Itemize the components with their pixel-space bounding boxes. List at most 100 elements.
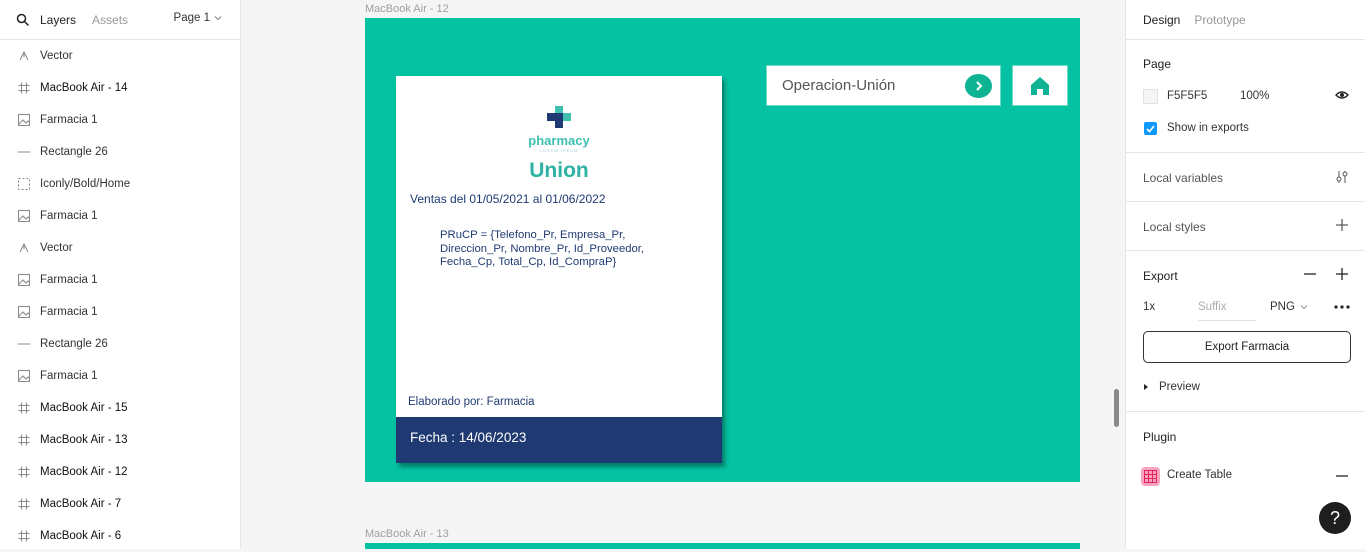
arrow-right-icon[interactable] [965, 74, 992, 98]
export-scale[interactable]: 1x [1143, 301, 1155, 313]
logo-tagline: LOREM IPSUM [539, 148, 579, 153]
line-icon [18, 338, 30, 350]
page-opacity-value[interactable]: 100% [1240, 90, 1269, 102]
caret-right-icon[interactable] [1143, 383, 1149, 391]
chevron-down-icon [214, 16, 222, 21]
cross-icon [547, 106, 571, 128]
layer-item[interactable]: Iconly/Bold/Home [0, 168, 240, 200]
local-variables-label: Local variables [1143, 171, 1224, 185]
layer-item[interactable]: MacBook Air - 6 [0, 520, 240, 552]
plugin-section: Plugin Create Table ? [1126, 412, 1365, 549]
doc-title: Union [529, 159, 589, 182]
doc-footer: Fecha : 14/06/2023 [396, 417, 722, 463]
layer-label: MacBook Air - 15 [40, 402, 128, 414]
help-button[interactable]: ? [1319, 502, 1351, 534]
layer-label: Farmacia 1 [40, 114, 98, 126]
export-suffix-input[interactable]: Suffix [1198, 301, 1256, 321]
layer-item[interactable]: Farmacia 1 [0, 360, 240, 392]
layer-item[interactable]: Vector [0, 232, 240, 264]
frame-icon [18, 402, 30, 414]
layer-item[interactable]: Rectangle 26 [0, 328, 240, 360]
plus-icon[interactable] [1336, 268, 1348, 280]
operation-box[interactable]: Operacion-Unión [766, 65, 1001, 106]
more-icon[interactable] [1334, 305, 1350, 309]
layer-item[interactable]: MacBook Air - 12 [0, 456, 240, 488]
page-section: Page F5F5F5 100% Show in exports [1126, 40, 1365, 153]
line-icon [18, 146, 30, 158]
home-button[interactable] [1012, 65, 1068, 106]
page-color-value[interactable]: F5F5F5 [1167, 90, 1207, 102]
check-icon [1146, 124, 1155, 133]
canvas-scrollbar[interactable] [1114, 389, 1119, 427]
doc-elaborado: Elaborado por: Farmacia [408, 396, 535, 408]
table-icon [1141, 467, 1160, 486]
plugin-create-table[interactable]: Create Table [1167, 469, 1232, 481]
preview-toggle[interactable]: Preview [1159, 381, 1200, 393]
sliders-icon[interactable] [1336, 170, 1348, 184]
vector-icon [18, 50, 30, 62]
tab-layers[interactable]: Layers [40, 13, 76, 27]
properties-header: Design Prototype [1126, 0, 1365, 40]
layer-label: Farmacia 1 [40, 210, 98, 222]
vector-icon [18, 242, 30, 254]
layer-label: MacBook Air - 7 [40, 498, 122, 510]
layer-label: Rectangle 26 [40, 146, 108, 158]
report-document[interactable]: pharmacy LOREM IPSUM Union Ventas del 01… [396, 76, 722, 463]
frame-label[interactable]: MacBook Air - 12 [365, 3, 449, 15]
layer-label: MacBook Air - 12 [40, 466, 128, 478]
doc-formula: PRuCP = {Telefono_Pr, Empresa_Pr, Direcc… [440, 229, 645, 268]
layer-label: Farmacia 1 [40, 274, 98, 286]
properties-panel: Design Prototype Page F5F5F5 100% Show i… [1125, 0, 1365, 549]
export-section-title: Export [1143, 269, 1178, 283]
frame-macbook-air-12[interactable]: pharmacy LOREM IPSUM Union Ventas del 01… [365, 18, 1080, 482]
layer-label: Farmacia 1 [40, 370, 98, 382]
local-styles-label: Local styles [1143, 220, 1206, 234]
eye-icon[interactable] [1335, 90, 1349, 100]
layer-item[interactable]: MacBook Air - 14 [0, 72, 240, 104]
image-icon [18, 306, 30, 318]
show-in-exports-checkbox[interactable] [1144, 122, 1157, 135]
export-button[interactable]: Export Farmacia [1143, 331, 1351, 363]
export-format-select[interactable]: PNG [1270, 301, 1308, 313]
frame-macbook-air-13[interactable] [365, 543, 1080, 549]
canvas[interactable]: MacBook Air - 12 pharmacy LOREM IPSUM Un… [241, 0, 1125, 549]
frame-icon [18, 530, 30, 542]
plugin-section-title: Plugin [1143, 430, 1177, 444]
component-icon [18, 178, 30, 190]
layer-label: MacBook Air - 13 [40, 434, 128, 446]
layer-item[interactable]: Rectangle 26 [0, 136, 240, 168]
show-in-exports-label: Show in exports [1167, 122, 1249, 134]
page-selector[interactable]: Page 1 [174, 12, 222, 24]
layer-label: Farmacia 1 [40, 306, 98, 318]
pharmacy-logo: pharmacy LOREM IPSUM [524, 106, 594, 153]
tab-prototype[interactable]: Prototype [1194, 13, 1245, 27]
minus-icon[interactable] [1304, 268, 1316, 280]
layer-label: MacBook Air - 14 [40, 82, 128, 94]
page-color-swatch[interactable] [1143, 89, 1158, 104]
layer-item[interactable]: Farmacia 1 [0, 296, 240, 328]
layers-panel: Layers Assets Page 1 Vector MacBook Air -… [0, 0, 241, 549]
page-section-title: Page [1143, 57, 1172, 71]
plus-icon[interactable] [1336, 219, 1348, 231]
chevron-down-icon [1300, 305, 1308, 310]
tab-assets[interactable]: Assets [92, 13, 128, 27]
frame-icon [18, 466, 30, 478]
layer-label: MacBook Air - 6 [40, 530, 122, 542]
layer-item[interactable]: MacBook Air - 15 [0, 392, 240, 424]
search-icon[interactable] [16, 13, 30, 27]
local-styles-section: Local styles [1126, 202, 1365, 251]
layer-label: Vector [40, 242, 73, 254]
image-icon [18, 210, 30, 222]
layer-item[interactable]: Farmacia 1 [0, 104, 240, 136]
minus-icon[interactable] [1336, 475, 1348, 477]
tab-design[interactable]: Design [1143, 13, 1180, 27]
frame-label[interactable]: MacBook Air - 13 [365, 528, 449, 540]
layer-item[interactable]: MacBook Air - 13 [0, 424, 240, 456]
layer-item[interactable]: Farmacia 1 [0, 264, 240, 296]
layer-item[interactable]: Farmacia 1 [0, 200, 240, 232]
layer-item[interactable]: Vector [0, 40, 240, 72]
image-icon [18, 114, 30, 126]
layer-item[interactable]: MacBook Air - 7 [0, 488, 240, 520]
layers-panel-header: Layers Assets Page 1 [0, 0, 240, 40]
image-icon [18, 370, 30, 382]
